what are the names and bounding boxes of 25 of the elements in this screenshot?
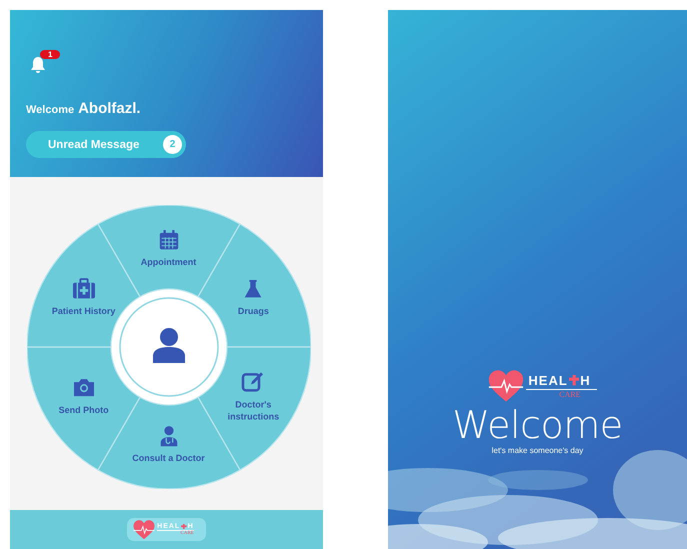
- menu-item-label[interactable]: Consult a Doctor: [132, 453, 205, 465]
- cross-icon: [181, 524, 187, 530]
- menu-segment[interactable]: [26, 223, 140, 348]
- menu-item-label[interactable]: Patient History: [52, 306, 116, 318]
- notification-badge: 1: [40, 50, 60, 59]
- calendar-icon[interactable]: [158, 229, 180, 252]
- user-icon[interactable]: [152, 328, 184, 363]
- menu-item-label[interactable]: Druags: [238, 306, 269, 318]
- heart-icon: [133, 520, 156, 540]
- tagline: let's make someone's day: [492, 446, 584, 456]
- medical-kit-icon[interactable]: [72, 278, 96, 300]
- menu-item-label[interactable]: Doctor's instructions: [208, 399, 298, 423]
- menu-item-label[interactable]: Send Photo: [58, 405, 109, 417]
- menu-segment[interactable]: [96, 205, 240, 298]
- welcome-title: Welcome: [452, 406, 623, 444]
- welcome-label: Welcome: [26, 104, 74, 116]
- unread-message-button[interactable]: Unread Message 2: [26, 131, 186, 158]
- menu-item-label[interactable]: Appointment: [140, 257, 196, 269]
- bell-icon[interactable]: [30, 56, 46, 74]
- user-name: Abolfazl.: [78, 100, 141, 117]
- logo-subtitle: CARE: [559, 390, 581, 400]
- logo-text: HEAL: [528, 373, 568, 388]
- cross-icon: [568, 375, 580, 386]
- logo-text: H: [580, 373, 591, 388]
- heart-icon: [488, 370, 524, 402]
